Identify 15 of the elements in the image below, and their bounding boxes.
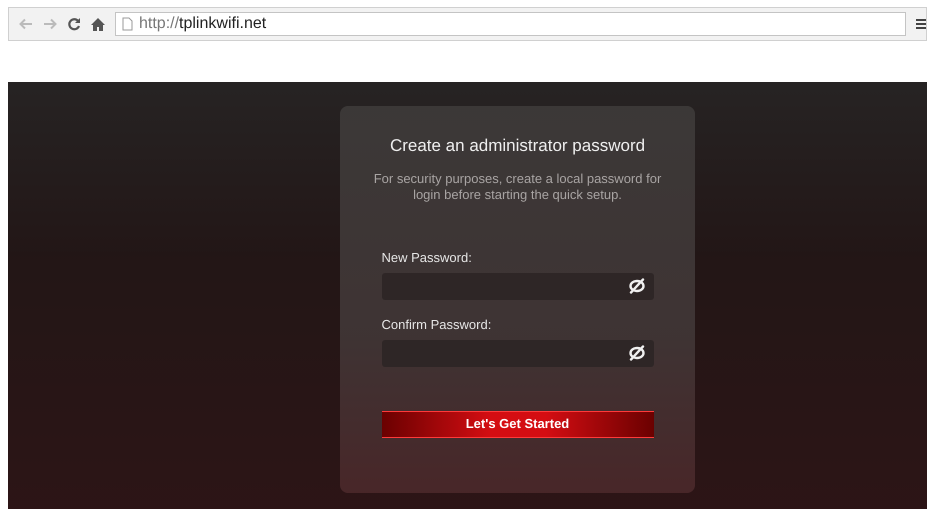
hidden-eye-icon[interactable] [628,345,646,361]
get-started-button[interactable]: Let's Get Started [382,410,654,438]
field-label: Confirm Password: [382,316,492,332]
hidden-eye-icon[interactable] [628,278,646,294]
reload-icon[interactable] [67,17,81,31]
page-icon [122,17,133,31]
card-description: For security purposes, create a local password for login before starting the quick setup. [372,170,662,202]
menu-icon[interactable] [916,18,926,30]
home-icon[interactable] [91,18,105,30]
field-label: New Password: [382,250,473,264]
address-bar[interactable]: http://tplinkwifi.net [115,12,906,36]
password-field[interactable] [382,272,654,300]
card-title: Create an administrator password [390,135,646,157]
url-text: http://tplinkwifi.net [139,14,266,34]
password-field[interactable] [382,340,654,366]
